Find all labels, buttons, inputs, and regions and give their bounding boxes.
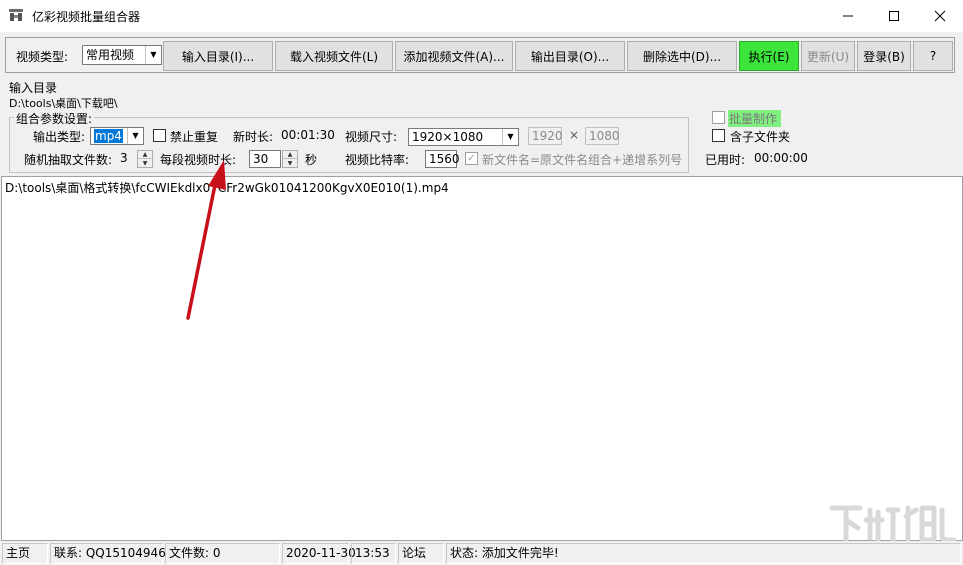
file-list[interactable]: D:\tools\桌面\格式转换\fcCWIEkdlx07CFr2wGk0104… bbox=[1, 176, 963, 541]
batch-label: 批量制作 bbox=[728, 110, 782, 127]
check-icon: ✓ bbox=[467, 153, 476, 164]
batch-checkbox[interactable] bbox=[712, 111, 725, 124]
chevron-down-icon: ▼ bbox=[502, 129, 518, 145]
status-home[interactable]: 主页 bbox=[2, 543, 48, 564]
no-repeat-checkbox[interactable] bbox=[153, 129, 166, 142]
login-button[interactable]: 登录(B) bbox=[857, 41, 911, 71]
video-size-label: 视频尺寸: bbox=[345, 130, 398, 144]
subfolder-label: 含子文件夹 bbox=[730, 130, 791, 144]
new-duration-value: 00:01:30 bbox=[281, 128, 335, 142]
new-duration-label: 新时长: bbox=[233, 130, 274, 144]
bitrate-label: 视频比特率: bbox=[345, 153, 410, 167]
video-size-value: 1920×1080 bbox=[412, 130, 484, 144]
video-type-value: 常用视频 bbox=[86, 48, 135, 62]
app-logo-icon bbox=[9, 9, 23, 21]
random-count-spinner[interactable]: ▲ ▼ bbox=[137, 150, 153, 168]
random-count-label: 随机抽取文件数: bbox=[24, 153, 113, 167]
toolbar: 视频类型: 常用视频 ▼ 输入目录(I)... 载入视频文件(L) 添加视频文件… bbox=[5, 37, 955, 73]
window-title: 亿彩视频批量组合器 bbox=[32, 10, 141, 24]
help-button[interactable]: ? bbox=[913, 41, 953, 71]
bitrate-field[interactable]: 1560 bbox=[425, 150, 460, 168]
minimize-icon bbox=[843, 15, 853, 16]
spin-up-icon[interactable]: ▲ bbox=[138, 151, 152, 159]
status-file-count: 文件数: 0 bbox=[165, 543, 280, 564]
add-video-button[interactable]: 添加视频文件(A)... bbox=[395, 41, 513, 71]
output-type-value: mp4 bbox=[94, 129, 123, 143]
width-field[interactable]: 1920 bbox=[528, 127, 563, 145]
status-time: 13:53 bbox=[351, 543, 396, 564]
status-message: 状态: 添加文件完毕! bbox=[446, 543, 961, 564]
input-dir-path: D:\tools\桌面\下载吧\ bbox=[9, 97, 118, 110]
video-type-select[interactable]: 常用视频 ▼ bbox=[82, 45, 162, 65]
update-button[interactable]: 更新(U) bbox=[801, 41, 855, 71]
title-bar: 亿彩视频批量组合器 bbox=[0, 0, 963, 32]
params-group-title: 组合参数设置: bbox=[14, 110, 95, 127]
maximize-button[interactable] bbox=[871, 0, 917, 31]
output-type-select[interactable]: mp4 ▼ bbox=[90, 127, 144, 145]
random-count-value: 3 bbox=[120, 151, 128, 165]
list-item[interactable]: D:\tools\桌面\格式转换\fcCWIEkdlx07CFr2wGk0104… bbox=[5, 179, 449, 196]
chevron-down-icon: ▼ bbox=[145, 46, 161, 64]
spin-up-icon[interactable]: ▲ bbox=[283, 151, 297, 159]
height-field[interactable]: 1080 bbox=[585, 127, 620, 145]
new-filename-label: 新文件名=原文件名组合+递增系列号 bbox=[482, 153, 683, 167]
elapsed-value: 00:00:00 bbox=[754, 151, 808, 165]
spin-down-icon[interactable]: ▼ bbox=[138, 159, 152, 167]
video-type-label: 视频类型: bbox=[16, 50, 69, 64]
output-dir-button[interactable]: 输出目录(O)... bbox=[515, 41, 625, 71]
minimize-button[interactable] bbox=[825, 0, 871, 31]
load-video-button[interactable]: 载入视频文件(L) bbox=[275, 41, 393, 71]
no-repeat-label: 禁止重复 bbox=[170, 130, 219, 144]
maximize-icon bbox=[889, 10, 899, 21]
close-icon bbox=[934, 10, 946, 21]
status-bar: 主页 联系: QQ15104946 文件数: 0 2020-11-30 13:5… bbox=[0, 541, 963, 565]
status-forum[interactable]: 论坛 bbox=[398, 543, 444, 564]
elapsed-label: 已用时: bbox=[705, 153, 746, 167]
execute-button[interactable]: 执行(E) bbox=[739, 41, 799, 71]
chevron-down-icon: ▼ bbox=[127, 128, 143, 144]
new-filename-checkbox[interactable]: ✓ bbox=[465, 152, 478, 165]
times-sign: × bbox=[569, 128, 580, 142]
spin-down-icon[interactable]: ▼ bbox=[283, 159, 297, 167]
seconds-unit: 秒 bbox=[305, 153, 318, 167]
xiazaiba-watermark-logo bbox=[829, 505, 957, 543]
status-date: 2020-11-30 bbox=[282, 543, 356, 564]
input-dir-label: 输入目录 bbox=[9, 81, 58, 95]
segment-duration-label: 每段视频时长: bbox=[160, 153, 237, 167]
segment-duration-field[interactable]: 30 bbox=[249, 150, 281, 168]
status-contact: 联系: QQ15104946 bbox=[50, 543, 166, 564]
close-button[interactable] bbox=[917, 0, 963, 31]
subfolder-checkbox[interactable] bbox=[712, 129, 725, 142]
segment-duration-spinner[interactable]: ▲ ▼ bbox=[282, 150, 298, 168]
video-size-select[interactable]: 1920×1080 ▼ bbox=[408, 128, 519, 146]
output-type-label: 输出类型: bbox=[33, 130, 86, 144]
input-dir-button[interactable]: 输入目录(I)... bbox=[163, 41, 273, 71]
delete-selected-button[interactable]: 删除选中(D)... bbox=[627, 41, 737, 71]
